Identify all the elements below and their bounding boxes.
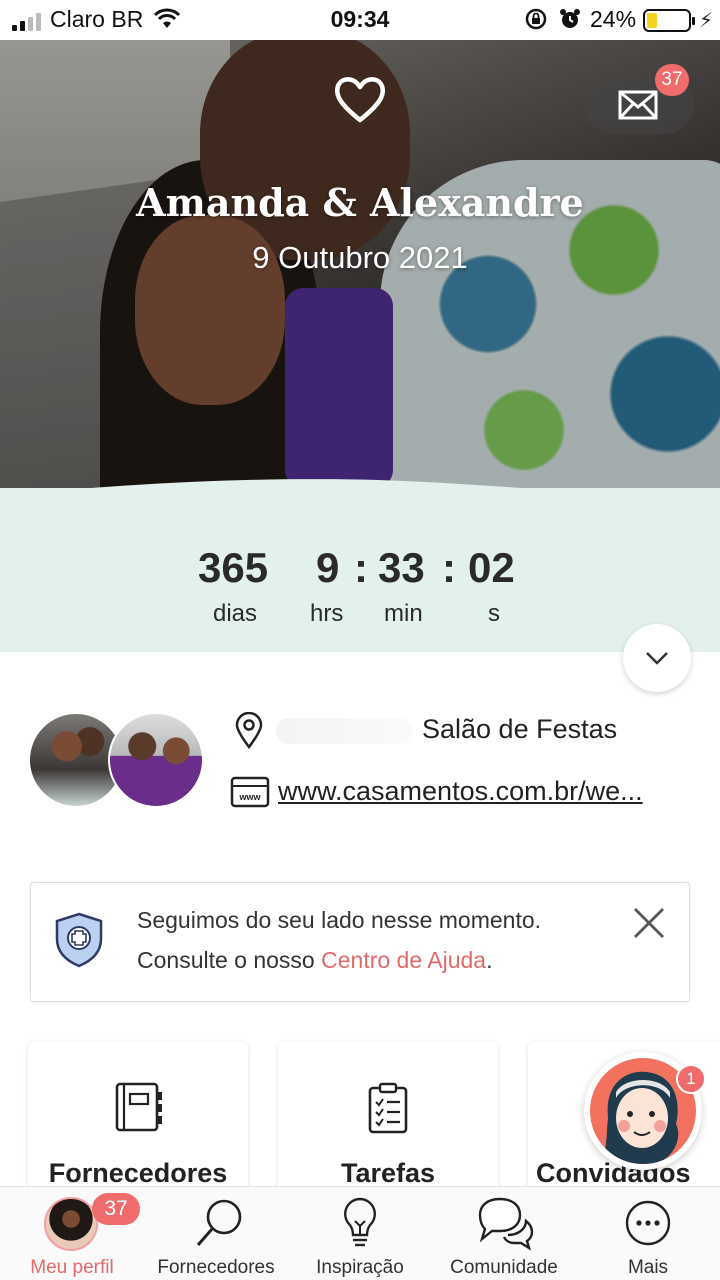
countdown-seconds: 02: [468, 544, 515, 591]
countdown-hours: 9: [316, 544, 340, 591]
nav-mais[interactable]: Mais: [576, 1187, 720, 1280]
nav-badge: 37: [92, 1193, 140, 1225]
venue-name-redacted: [276, 718, 412, 744]
svg-text:www: www: [238, 792, 261, 802]
countdown-minutes-label: min: [384, 600, 423, 627]
help-center-link[interactable]: Centro de Ajuda: [321, 947, 486, 973]
help-card: Seguimos do seu lado nesse momento. Cons…: [30, 882, 690, 1002]
assistant-badge: 1: [676, 1064, 706, 1094]
location-pin-icon: [235, 712, 263, 750]
countdown-days-label: dias: [213, 600, 258, 627]
countdown-minutes: 33: [378, 544, 425, 591]
status-bar: Claro BR 09:34 24% ⚡: [0, 0, 720, 40]
nav-comunidade[interactable]: Comunidade: [432, 1187, 576, 1280]
help-message: Seguimos do seu lado nesse momento.: [137, 907, 542, 933]
nav-label: Meu perfil: [30, 1257, 114, 1278]
expand-button[interactable]: [623, 624, 691, 692]
countdown-hours-label: hrs: [310, 600, 344, 627]
alarm-icon: [560, 9, 580, 28]
website-icon: www: [230, 776, 270, 808]
tool-card-label: Fornecedores: [48, 1158, 228, 1188]
couple-photo-2[interactable]: [108, 712, 204, 808]
wave-divider: [0, 479, 720, 510]
nav-label: Mais: [627, 1257, 669, 1278]
shield-icon: [55, 912, 103, 968]
lightbulb-icon: [344, 1197, 376, 1247]
nav-inspiracao[interactable]: Inspiração: [288, 1187, 432, 1280]
battery-percent: 24%: [590, 6, 637, 32]
countdown-days: 365: [198, 544, 269, 591]
tool-card-label: Tarefas: [340, 1158, 436, 1188]
wedding-website-link[interactable]: www.casamentos.com.br/we...: [278, 776, 688, 807]
heart-icon[interactable]: [332, 74, 388, 124]
battery-icon: [643, 9, 695, 32]
messages-badge: 37: [655, 64, 689, 96]
nav-fornecedores[interactable]: Fornecedores: [144, 1187, 288, 1280]
help-message-line2: Consulte o nosso Centro de Ajuda.: [137, 947, 493, 973]
tool-card-tarefas[interactable]: Tarefas: [278, 1042, 498, 1192]
mail-icon: [618, 90, 658, 120]
bottom-nav: 37 Meu perfil Fornecedores Inspiração Co…: [0, 1186, 720, 1280]
search-icon: [196, 1199, 242, 1246]
close-icon[interactable]: [631, 905, 667, 941]
tool-card-fornecedores[interactable]: Fornecedores: [28, 1042, 248, 1192]
chat-icon: [478, 1197, 534, 1251]
more-icon: [625, 1200, 671, 1246]
avatar: [44, 1197, 98, 1251]
venue-name: Salão de Festas: [422, 714, 618, 744]
chevron-down-icon: [646, 652, 668, 665]
charging-icon: ⚡: [699, 10, 714, 32]
nav-label: Fornecedores: [157, 1257, 275, 1278]
couple-names: Amanda & Alexandre: [136, 180, 584, 225]
wedding-date: 9 Outubro 2021: [252, 240, 468, 275]
notebook-icon: [115, 1082, 162, 1132]
nav-label: Inspiração: [316, 1257, 404, 1278]
nav-meu-perfil[interactable]: 37 Meu perfil: [0, 1187, 144, 1280]
clipboard-icon: [368, 1082, 408, 1134]
nav-label: Comunidade: [450, 1257, 558, 1278]
countdown-separator: :: [442, 544, 456, 591]
rotation-lock-icon: [525, 8, 547, 30]
countdown-seconds-label: s: [488, 600, 500, 627]
countdown-separator: :: [354, 544, 368, 591]
